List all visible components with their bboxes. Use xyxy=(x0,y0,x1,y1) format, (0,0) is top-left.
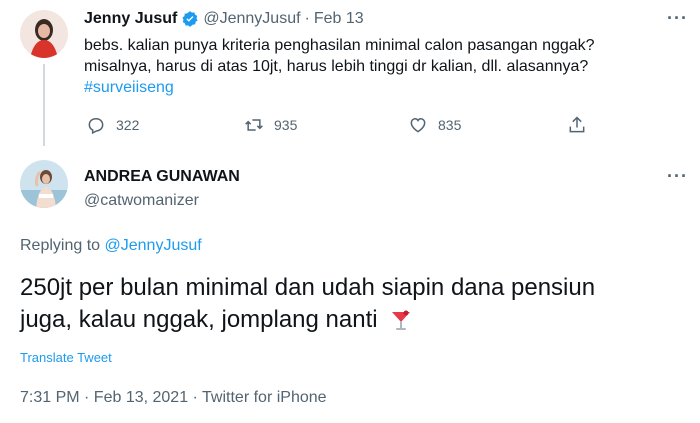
tweet-text-line: bebs. kalian punya kriteria penghasilan … xyxy=(84,37,595,54)
hashtag-link[interactable]: #surveiiseng xyxy=(84,77,684,98)
reply-button[interactable]: 322 xyxy=(86,115,139,135)
reply-count: 322 xyxy=(116,117,140,133)
avatar-andrea[interactable] xyxy=(20,160,68,208)
like-icon xyxy=(410,117,426,133)
handle[interactable]: @JennyJusuf xyxy=(203,10,300,28)
tweet-text-line: juga, kalau nggak, jomplang nanti xyxy=(20,306,378,333)
more-icon[interactable]: ··· xyxy=(667,166,688,187)
handle[interactable]: @catwomanizer xyxy=(84,192,199,210)
tweet-timestamp[interactable]: 7:31 PM · Feb 13, 2021 · Twitter for iPh… xyxy=(20,389,327,407)
parent-tweet-text: bebs. kalian punya kriteria penghasilan … xyxy=(84,35,684,98)
tweet-text-line: 250jt per bulan minimal dan udah siapin … xyxy=(20,274,596,301)
tweet-text-line-2: juga, kalau nggak, jomplang nanti xyxy=(20,304,690,336)
separator: · xyxy=(304,10,310,27)
like-count: 835 xyxy=(438,117,462,133)
parent-tweet-header: Jenny Jusuf @JennyJusuf · Feb 13 xyxy=(84,10,364,28)
avatar-jenny[interactable] xyxy=(20,10,68,58)
replying-to-handle[interactable]: @JennyJusuf xyxy=(105,237,202,254)
display-name[interactable]: Jenny Jusuf xyxy=(84,10,177,28)
share-icon xyxy=(569,116,585,133)
more-icon[interactable]: ··· xyxy=(667,8,688,29)
display-name[interactable]: ANDREA GUNAWAN xyxy=(84,168,240,186)
reply-icon xyxy=(88,118,104,135)
translate-tweet-link[interactable]: Translate Tweet xyxy=(20,350,112,365)
tweet-date[interactable]: Feb 13 xyxy=(314,10,364,28)
like-button[interactable]: 835 xyxy=(408,115,461,135)
verified-badge-icon xyxy=(181,10,199,28)
replying-to: Replying to @JennyJusuf xyxy=(20,237,202,255)
replying-to-label: Replying to xyxy=(20,237,101,254)
reply-tweet-text: 250jt per bulan minimal dan udah siapin … xyxy=(20,272,690,336)
share-button[interactable] xyxy=(567,115,587,135)
retweet-button[interactable]: 935 xyxy=(244,115,297,135)
thread-line xyxy=(43,64,45,146)
tweet-text-line: misalnya, harus di atas 10jt, harus lebi… xyxy=(84,58,589,75)
retweet-icon xyxy=(245,119,263,131)
cocktail-emoji-icon xyxy=(388,307,414,333)
retweet-count: 935 xyxy=(274,117,298,133)
